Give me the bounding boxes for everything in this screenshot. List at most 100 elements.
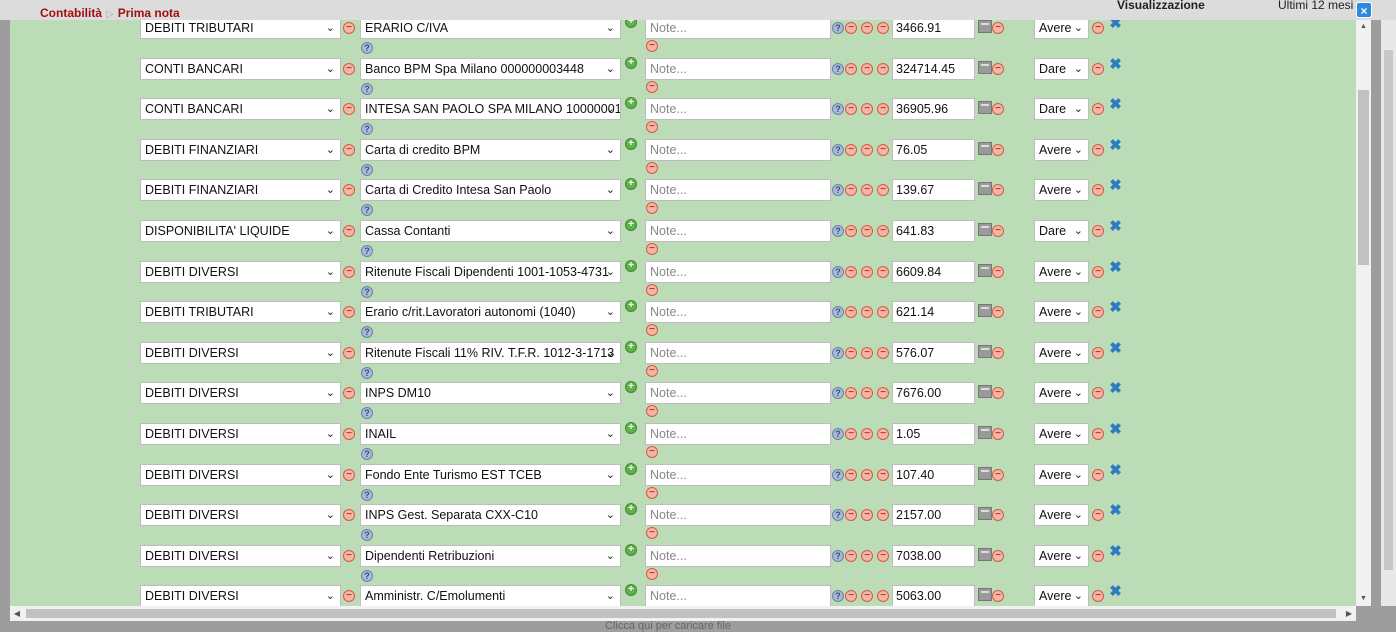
amount-action-icon[interactable]: −	[845, 549, 857, 562]
amount-input[interactable]: 621.14	[892, 301, 975, 324]
amount-action-icon[interactable]: −	[845, 387, 857, 400]
amount-help-icon[interactable]: ?	[832, 509, 844, 522]
amount-input[interactable]: 6609.84	[892, 260, 975, 283]
dare-avere-select[interactable]: Dare ⌄	[1034, 220, 1089, 242]
remove-category-icon[interactable]: −	[343, 549, 355, 562]
amount-action-icon[interactable]: −	[845, 62, 857, 75]
remove-category-icon[interactable]: −	[343, 265, 355, 278]
delete-row-icon[interactable]: ✖	[1109, 584, 1122, 599]
amount-action-icon[interactable]: −	[877, 306, 889, 319]
dare-avere-select[interactable]: Avere ⌄	[1034, 301, 1089, 324]
add-account-icon[interactable]: +	[625, 97, 637, 110]
amount-input[interactable]: 36905.96	[892, 98, 975, 121]
remove-note-icon[interactable]: −	[646, 527, 658, 540]
calculator-icon[interactable]	[978, 466, 992, 480]
remove-category-icon[interactable]: −	[343, 22, 355, 34]
remove-note-icon[interactable]: −	[646, 446, 658, 458]
add-account-icon[interactable]: +	[625, 56, 637, 69]
remove-direction-icon[interactable]: −	[1092, 428, 1104, 440]
add-account-icon[interactable]: +	[625, 137, 637, 150]
remove-note-icon[interactable]: −	[646, 364, 658, 377]
calculator-remove-icon[interactable]: −	[992, 184, 1004, 197]
amount-help-icon[interactable]: ?	[832, 590, 844, 603]
category-select[interactable]: DEBITI DIVERSI ⌄	[140, 341, 341, 364]
note-input[interactable]: Note...	[645, 301, 831, 324]
calculator-icon[interactable]	[978, 223, 992, 236]
remove-note-icon[interactable]: −	[646, 283, 658, 296]
delete-row-icon[interactable]: ✖	[1109, 138, 1122, 153]
scroll-right-arrow-icon[interactable]: ▶	[1342, 606, 1356, 621]
amount-action-icon[interactable]: −	[877, 103, 889, 116]
amount-action-icon[interactable]: −	[861, 306, 873, 319]
account-select[interactable]: INPS DM10 ⌄	[360, 382, 621, 405]
remove-note-icon[interactable]: −	[646, 324, 658, 337]
account-help-icon[interactable]: ?	[361, 204, 373, 217]
remove-direction-icon[interactable]: −	[1092, 22, 1104, 34]
remove-category-icon[interactable]: −	[343, 103, 355, 116]
amount-action-icon[interactable]: −	[845, 509, 857, 522]
category-select[interactable]: DEBITI TRIBUTARI ⌄	[140, 301, 341, 324]
delete-row-icon[interactable]: ✖	[1109, 503, 1122, 518]
remove-direction-icon[interactable]: −	[1092, 225, 1104, 237]
amount-action-icon[interactable]: −	[877, 22, 889, 34]
load-file-link[interactable]: Clicca qui per caricare file	[605, 620, 731, 632]
note-input[interactable]: Note...	[645, 98, 831, 121]
amount-help-icon[interactable]: ?	[832, 387, 844, 400]
amount-action-icon[interactable]: −	[861, 143, 873, 156]
remove-direction-icon[interactable]: −	[1092, 103, 1104, 116]
amount-action-icon[interactable]: −	[861, 590, 873, 603]
category-select[interactable]: DEBITI DIVERSI ⌄	[140, 382, 341, 405]
amount-action-icon[interactable]: −	[861, 225, 873, 237]
calculator-icon[interactable]	[978, 20, 992, 33]
remove-note-icon[interactable]: −	[646, 243, 658, 255]
remove-direction-icon[interactable]: −	[1092, 62, 1104, 75]
remove-category-icon[interactable]: −	[343, 184, 355, 197]
account-select[interactable]: Dipendenti Retribuzioni ⌄	[360, 544, 621, 567]
note-input[interactable]: Note...	[645, 382, 831, 405]
category-select[interactable]: DEBITI DIVERSI ⌄	[140, 544, 341, 567]
account-select[interactable]: ERARIO C/IVA ⌄	[360, 20, 621, 39]
calculator-remove-icon[interactable]: −	[992, 590, 1004, 603]
calculator-remove-icon[interactable]: −	[992, 103, 1004, 116]
remove-note-icon[interactable]: −	[646, 202, 658, 215]
account-select[interactable]: Ritenute Fiscali 11% RIV. T.F.R. 1012-3-…	[360, 341, 621, 364]
remove-direction-icon[interactable]: −	[1092, 143, 1104, 156]
amount-action-icon[interactable]: −	[845, 306, 857, 319]
delete-row-icon[interactable]: ✖	[1109, 20, 1122, 31]
note-input[interactable]: Note...	[645, 220, 831, 242]
amount-action-icon[interactable]: −	[877, 184, 889, 197]
account-help-icon[interactable]: ?	[361, 326, 373, 339]
calculator-icon[interactable]	[978, 182, 992, 196]
scroll-left-arrow-icon[interactable]: ◀	[10, 606, 24, 621]
amount-action-icon[interactable]: −	[877, 549, 889, 562]
delete-row-icon[interactable]: ✖	[1109, 97, 1122, 112]
calculator-remove-icon[interactable]: −	[992, 509, 1004, 522]
add-account-icon[interactable]: +	[625, 462, 637, 475]
note-input[interactable]: Note...	[645, 504, 831, 527]
account-help-icon[interactable]: ?	[361, 569, 373, 582]
breadcrumb-contabilita[interactable]: Contabilità	[40, 6, 102, 20]
remove-note-icon[interactable]: −	[646, 40, 658, 52]
amount-help-icon[interactable]: ?	[832, 225, 844, 237]
note-input[interactable]: Note...	[645, 544, 831, 567]
amount-input[interactable]: 5063.00	[892, 585, 975, 606]
amount-help-icon[interactable]: ?	[832, 468, 844, 481]
amount-help-icon[interactable]: ?	[832, 265, 844, 278]
category-select[interactable]: CONTI BANCARI ⌄	[140, 98, 341, 121]
delete-row-icon[interactable]: ✖	[1109, 544, 1122, 559]
account-help-icon[interactable]: ?	[361, 448, 373, 460]
amount-action-icon[interactable]: −	[861, 103, 873, 116]
amount-help-icon[interactable]: ?	[832, 184, 844, 197]
amount-input[interactable]: 1.05	[892, 423, 975, 445]
calculator-icon[interactable]	[978, 385, 992, 399]
category-select[interactable]: CONTI BANCARI ⌄	[140, 57, 341, 80]
calculator-icon[interactable]	[978, 141, 992, 155]
dare-avere-select[interactable]: Avere ⌄	[1034, 544, 1089, 567]
amount-action-icon[interactable]: −	[845, 428, 857, 440]
add-account-icon[interactable]: +	[625, 584, 637, 597]
remove-direction-icon[interactable]: −	[1092, 509, 1104, 522]
delete-row-icon[interactable]: ✖	[1109, 422, 1122, 437]
add-account-icon[interactable]: +	[625, 340, 637, 353]
period-selector[interactable]: Ultimi 12 mesi	[1278, 0, 1353, 12]
amount-action-icon[interactable]: −	[861, 549, 873, 562]
